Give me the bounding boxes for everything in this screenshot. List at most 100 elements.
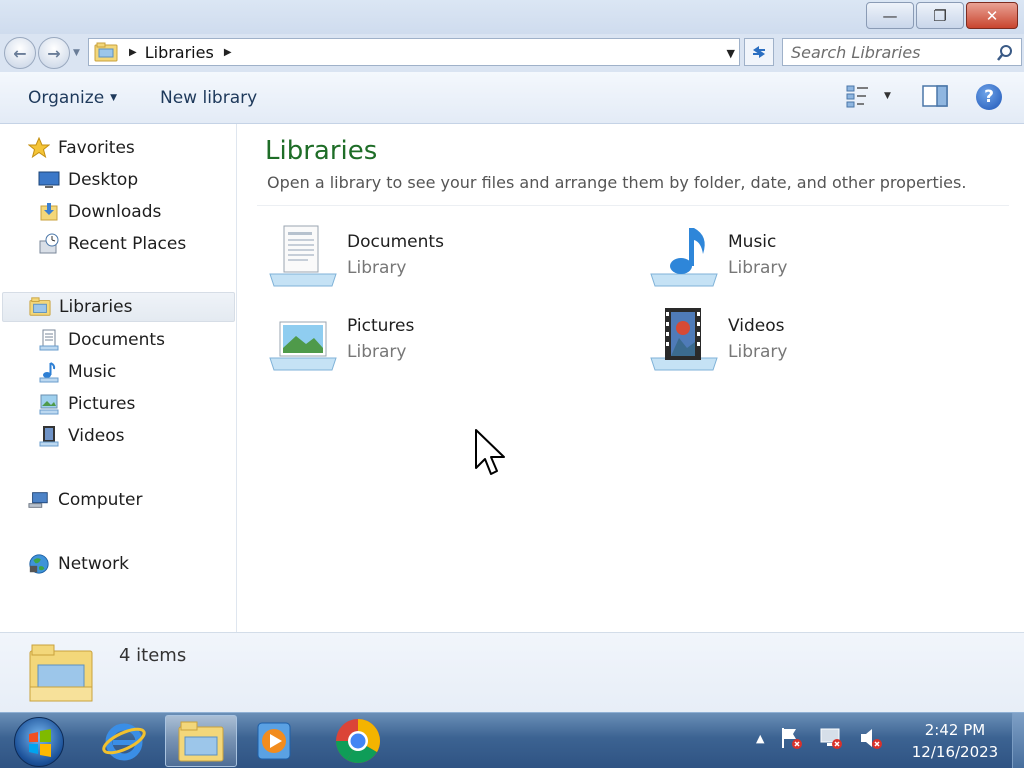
desktop-icon [38, 169, 60, 191]
new-library-button[interactable]: New library [160, 88, 257, 108]
clock-time: 2:42 PM [924, 721, 986, 739]
refresh-icon [753, 46, 765, 58]
downloads-icon [38, 201, 60, 223]
nav-item-downloads[interactable]: Downloads [38, 197, 161, 227]
nav-item-pictures[interactable]: Pictures [38, 389, 135, 419]
taskbar-internet-explorer[interactable] [88, 715, 160, 767]
show-hidden-icons-icon[interactable]: ▲ [756, 732, 764, 745]
nav-item-label: Recent Places [68, 234, 187, 254]
library-type: Library [728, 342, 788, 362]
help-icon[interactable]: ? [976, 84, 1002, 110]
view-options-icon [846, 85, 868, 108]
nav-item-documents[interactable]: Documents [38, 325, 165, 355]
nav-item-label: Desktop [68, 170, 139, 190]
music-library-icon [650, 228, 718, 287]
nav-network[interactable]: Network [28, 549, 129, 579]
libraries-icon [29, 296, 51, 318]
command-bar: Organize ▼ New library ▼ ? [0, 72, 1024, 124]
back-button[interactable]: ← [4, 37, 36, 69]
network-icon [28, 553, 50, 575]
change-view-button[interactable]: ▼ [846, 84, 891, 108]
nav-item-label: Downloads [68, 202, 162, 222]
library-tile-documents[interactable]: Documents Library [266, 224, 566, 296]
nav-item-music[interactable]: Music [38, 357, 116, 387]
taskbar: ▲ 2:42 PM 12/16/2023 [0, 712, 1024, 768]
media-player-icon [257, 722, 291, 760]
recent-pages-dropdown[interactable]: ▼ [73, 48, 80, 58]
library-name: Documents [347, 232, 444, 252]
videos-library-icon [650, 308, 718, 371]
library-type: Library [728, 258, 788, 278]
nav-libraries-label: Libraries [59, 297, 133, 317]
organize-menu[interactable]: Organize ▼ [28, 88, 117, 108]
item-count: 4 items [119, 645, 187, 666]
nav-item-label: Documents [68, 330, 165, 350]
nav-item-desktop[interactable]: Desktop [38, 165, 138, 195]
nav-item-label: Music [68, 362, 117, 382]
windows-explorer-icon [178, 721, 224, 762]
library-type: Library [347, 342, 407, 362]
details-pane: 4 items [0, 632, 1024, 712]
nav-item-recent-places[interactable]: Recent Places [38, 229, 186, 259]
nav-item-label: Videos [68, 426, 125, 446]
music-icon [38, 361, 60, 383]
preview-pane-button[interactable] [922, 84, 948, 112]
pictures-icon [38, 393, 60, 415]
search-icon[interactable] [995, 43, 1015, 63]
library-name: Pictures [347, 316, 415, 336]
star-icon [28, 137, 50, 159]
breadcrumb-expand-icon[interactable]: ▶ [224, 47, 232, 58]
breadcrumb-separator-icon[interactable]: ▶ [129, 47, 137, 58]
videos-icon [38, 425, 60, 447]
search-input[interactable] [791, 42, 987, 62]
system-tray: ▲ [756, 725, 884, 751]
organize-label: Organize [28, 88, 105, 108]
nav-favorites[interactable]: Favorites [28, 133, 135, 163]
window-controls: — ❐ ✕ [866, 2, 1018, 29]
view-dropdown-arrow-icon[interactable]: ▼ [884, 91, 891, 101]
documents-library-icon [269, 225, 337, 287]
library-tile-music[interactable]: Music Library [647, 224, 947, 296]
maximize-button[interactable]: ❐ [916, 2, 964, 29]
network-status-icon[interactable] [818, 725, 844, 751]
mouse-cursor-icon [475, 429, 505, 475]
nav-item-label: Pictures [68, 394, 136, 414]
refresh-button[interactable] [744, 38, 774, 66]
nav-favorites-label: Favorites [58, 138, 135, 158]
forward-arrow-icon: → [47, 43, 61, 63]
volume-muted-icon[interactable] [858, 725, 884, 751]
address-row: ← → ▼ ▶ Libraries ▶ ▼ [0, 34, 1024, 72]
close-button[interactable]: ✕ [966, 2, 1018, 29]
nav-libraries[interactable]: Libraries [2, 292, 235, 322]
minimize-button[interactable]: — [866, 2, 914, 29]
libraries-icon [94, 42, 118, 62]
address-bar[interactable]: ▶ Libraries ▶ ▼ [88, 38, 740, 66]
back-arrow-icon: ← [13, 43, 27, 63]
library-name: Music [728, 232, 777, 252]
show-desktop-button[interactable] [1012, 713, 1024, 768]
library-name: Videos [728, 316, 785, 336]
search-box[interactable] [782, 38, 1022, 66]
page-title: Libraries [265, 136, 378, 166]
nav-computer[interactable]: Computer [28, 485, 143, 515]
taskbar-clock[interactable]: 2:42 PM 12/16/2023 [900, 719, 1010, 763]
action-center-flag-icon[interactable] [778, 725, 804, 751]
forward-button[interactable]: → [38, 37, 70, 69]
taskbar-google-chrome[interactable] [322, 715, 394, 767]
divider [257, 205, 1009, 206]
clock-date: 12/16/2023 [911, 743, 999, 761]
breadcrumb-libraries[interactable]: Libraries [145, 43, 214, 62]
internet-explorer-icon [102, 723, 146, 761]
address-history-dropdown[interactable]: ▼ [727, 47, 735, 60]
nav-item-videos[interactable]: Videos [38, 421, 125, 451]
libraries-large-icon [29, 644, 93, 702]
nav-network-label: Network [58, 554, 129, 574]
recent-places-icon [38, 233, 60, 255]
title-bar: — ❐ ✕ [0, 0, 1024, 34]
library-tile-videos[interactable]: Videos Library [647, 308, 947, 380]
library-tile-pictures[interactable]: Pictures Library [266, 308, 566, 380]
start-button[interactable] [14, 717, 64, 767]
documents-icon [38, 329, 60, 351]
taskbar-windows-explorer[interactable] [165, 715, 237, 767]
taskbar-windows-media-player[interactable] [238, 715, 310, 767]
